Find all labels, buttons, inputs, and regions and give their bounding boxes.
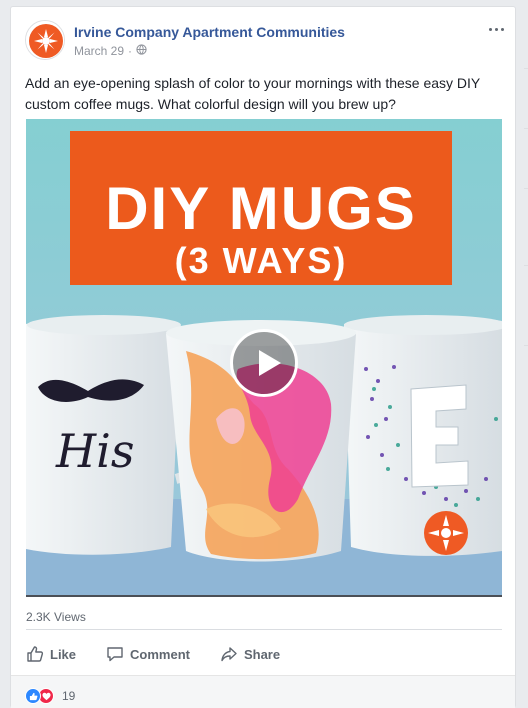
- post-text: Add an eye-opening splash of color to yo…: [25, 75, 480, 112]
- comment-icon: [106, 645, 124, 663]
- post-date[interactable]: March 29: [74, 44, 124, 58]
- meta-separator: ·: [128, 44, 133, 58]
- video-title-line1: DIY MUGS: [105, 175, 417, 242]
- play-icon[interactable]: [230, 329, 298, 397]
- page-name-link[interactable]: Irvine Company Apartment Communities: [74, 24, 345, 40]
- reactions-bar: 19: [11, 675, 515, 708]
- video-title-card: DIY MUGS (3 WAYS): [70, 131, 452, 285]
- comment-button[interactable]: Comment: [106, 645, 190, 663]
- share-button[interactable]: Share: [220, 645, 280, 663]
- share-icon: [220, 645, 238, 663]
- video-progress-bar[interactable]: [26, 595, 502, 597]
- page-avatar[interactable]: [25, 20, 65, 60]
- reaction-count[interactable]: 19: [62, 689, 75, 703]
- video-views: 2.3K Views: [26, 610, 86, 624]
- comment-label: Comment: [130, 646, 190, 662]
- video-player[interactable]: DIY MUGS (3 WAYS) His E: [26, 119, 502, 597]
- video-title-line2: (3 WAYS): [174, 240, 348, 281]
- like-label: Like: [50, 646, 77, 662]
- mug-his-text: His: [56, 424, 135, 478]
- reaction-icons[interactable]: [25, 688, 54, 704]
- post-meta: March 29 ·: [74, 44, 147, 58]
- post-actions: Like Comment Share: [26, 639, 502, 669]
- share-label: Share: [243, 646, 281, 662]
- like-reaction-icon: [25, 688, 41, 704]
- like-button[interactable]: Like: [26, 645, 76, 663]
- post-card: Irvine Company Apartment Communities Mar…: [10, 6, 516, 708]
- right-edge-gutter: [521, 0, 528, 708]
- globe-icon: [136, 44, 147, 58]
- thumbs-up-icon: [26, 645, 44, 663]
- more-options-icon[interactable]: [484, 22, 508, 36]
- divider: [26, 629, 502, 630]
